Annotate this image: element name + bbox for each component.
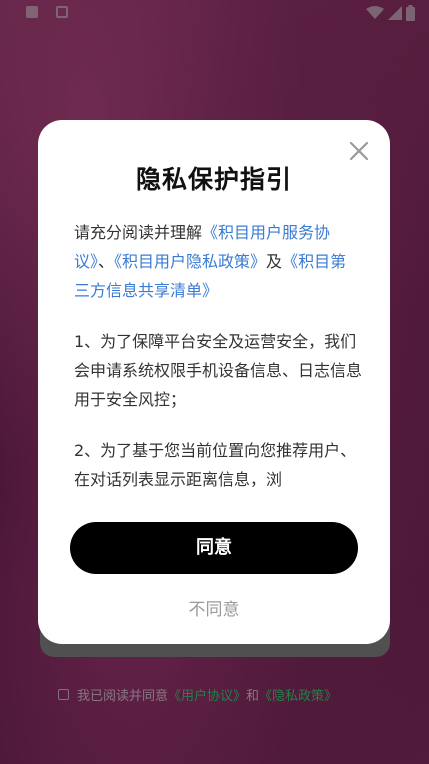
intro-paragraph: 请充分阅读并理解《积目用户服务协议》、《积目用户隐私政策》及《积目第三方信息共享… <box>74 218 362 305</box>
privacy-policy-link[interactable]: 《积目用户隐私政策》 <box>114 252 266 271</box>
agree-button[interactable]: 同意 <box>70 522 358 574</box>
paragraph-2: 2、为了基于您当前位置向您推荐用户、在对话列表显示距离信息，浏 <box>74 441 357 489</box>
dialog-title: 隐私保护指引 <box>135 165 292 194</box>
and-text: 及 <box>266 252 283 271</box>
dialog-content[interactable]: 请充分阅读并理解《积目用户服务协议》、《积目用户隐私政策》及《积目第三方信息共享… <box>74 218 362 494</box>
disagree-button[interactable]: 不同意 <box>38 595 390 620</box>
close-icon[interactable] <box>348 140 370 162</box>
privacy-dialog: 隐私保护指引 请充分阅读并理解《积目用户服务协议》、《积目用户隐私政策》及《积目… <box>38 120 390 644</box>
intro-text: 请充分阅读并理解 <box>74 223 203 242</box>
paragraph-1: 1、为了保障平台安全及运营安全，我们会申请系统权限手机设备信息、日志信息用于安全… <box>74 332 362 409</box>
separator: 、 <box>98 252 115 271</box>
